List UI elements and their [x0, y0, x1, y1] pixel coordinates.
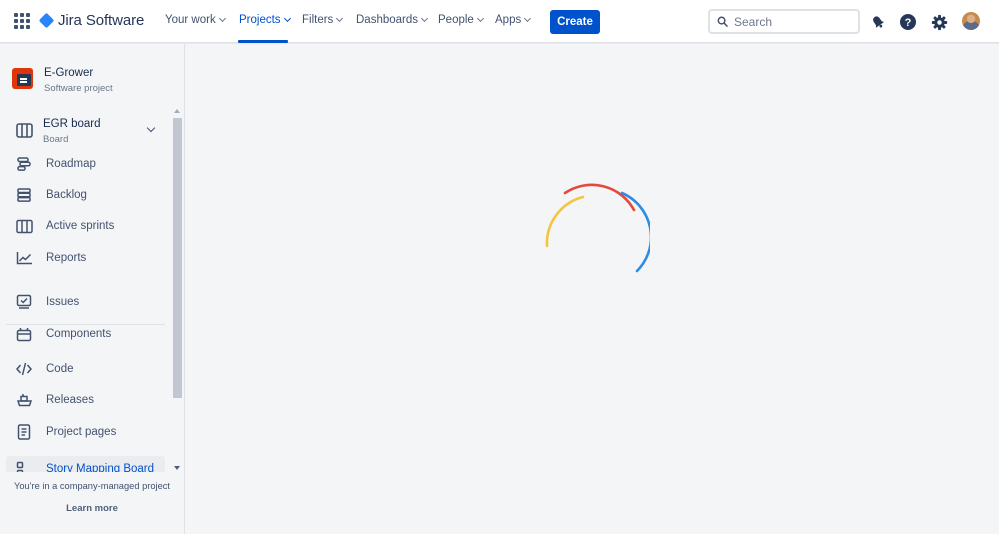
nav-your-work[interactable]: Your work — [165, 14, 226, 26]
sidebar-item-project-pages[interactable]: Project pages — [6, 419, 165, 445]
sidebar-item-roadmap[interactable]: Roadmap — [6, 151, 165, 177]
roadmap-icon — [14, 156, 34, 172]
sidebar-item-backlog[interactable]: Backlog — [6, 182, 165, 208]
notifications-icon[interactable] — [868, 12, 888, 32]
chevron-down-icon — [420, 14, 429, 23]
sidebar-item-label: Components — [46, 328, 112, 340]
search-box[interactable] — [708, 9, 860, 34]
nav-people[interactable]: People — [438, 14, 484, 26]
sidebar-item-issues[interactable]: Issues — [6, 289, 165, 315]
reports-icon — [14, 251, 34, 265]
project-sidebar: E-Grower Software project EGR board Boar… — [0, 44, 185, 534]
sidebar-item-story-mapping-board[interactable]: Story Mapping Board — [6, 456, 165, 472]
sidebar-item-label: Reports — [46, 252, 87, 264]
nav-apps[interactable]: Apps — [495, 14, 532, 26]
help-icon[interactable]: ? — [898, 12, 918, 32]
sidebar-item-releases[interactable]: Releases — [6, 387, 165, 413]
board-icon — [16, 123, 33, 138]
nav-your-work-label: Your work — [165, 14, 216, 26]
board-switcher[interactable]: EGR board Board — [0, 118, 165, 148]
sidebar-item-label: Releases — [46, 394, 94, 406]
story-mapping-icon — [14, 461, 34, 472]
chevron-down-icon — [336, 14, 344, 23]
nav-filters-label: Filters — [302, 14, 334, 26]
active-nav-indicator — [238, 40, 288, 43]
issues-icon — [14, 294, 34, 310]
nav-projects-label: Projects — [239, 14, 281, 26]
sidebar-item-reports[interactable]: Reports — [6, 245, 165, 271]
settings-icon[interactable] — [929, 12, 949, 32]
project-type-note: You're in a company-managed project — [14, 481, 170, 491]
sidebar-item-label: Story Mapping Board — [46, 463, 155, 472]
spinner-arc-red — [563, 183, 636, 212]
chevron-down-icon[interactable] — [146, 123, 156, 133]
nav-people-label: People — [438, 14, 474, 26]
sidebar-item-label: Code — [46, 363, 74, 375]
top-navigation: Jira Software Your work Projects Filters… — [0, 0, 999, 43]
scroll-thumb[interactable] — [173, 118, 182, 398]
board-title: EGR board — [43, 118, 101, 130]
project-header[interactable]: E-Grower Software project — [12, 67, 113, 94]
project-type: Software project — [44, 83, 113, 94]
sidebar-nav-list: EGR board Board Roadmap Backlog Active s… — [0, 106, 172, 472]
sidebar-item-components[interactable]: Components — [6, 321, 165, 347]
releases-icon — [14, 393, 34, 407]
components-icon — [14, 327, 34, 342]
project-name: E-Grower — [44, 67, 94, 79]
nav-dashboards-label: Dashboards — [356, 14, 419, 26]
chevron-down-icon — [476, 14, 484, 23]
product-name: Jira Software — [58, 12, 145, 29]
project-info: E-Grower Software project — [44, 67, 113, 94]
user-avatar[interactable] — [962, 12, 980, 30]
main-content — [185, 44, 999, 534]
jira-diamond-icon — [38, 12, 55, 29]
create-button[interactable]: Create — [550, 10, 600, 34]
spinner-arc-blue — [620, 191, 650, 273]
learn-more-link[interactable]: Learn more — [0, 503, 184, 514]
backlog-icon — [14, 187, 34, 203]
board-subtitle: Board — [43, 134, 69, 145]
sidebar-item-label: Issues — [46, 296, 80, 308]
sidebar-item-label: Backlog — [46, 189, 87, 201]
sidebar-item-label: Project pages — [46, 426, 117, 438]
search-input[interactable] — [734, 14, 844, 29]
sidebar-item-code[interactable]: Code — [6, 356, 165, 382]
jira-logo[interactable]: Jira Software — [38, 12, 145, 29]
nav-dashboards[interactable]: Dashboards — [356, 14, 429, 26]
chevron-down-icon — [283, 14, 291, 23]
code-icon — [14, 362, 34, 376]
scroll-down-arrow-icon[interactable] — [174, 466, 180, 470]
active-sprints-icon — [14, 219, 34, 234]
scroll-up-arrow-icon[interactable] — [174, 109, 180, 113]
sidebar-item-label: Roadmap — [46, 158, 96, 170]
chevron-down-icon — [524, 14, 532, 23]
app-switcher-icon[interactable] — [14, 13, 30, 29]
nav-projects[interactable]: Projects — [239, 14, 291, 26]
spinner-arc-yellow — [545, 195, 585, 248]
loading-spinner-icon — [545, 183, 650, 273]
project-pages-icon — [14, 424, 34, 440]
project-avatar-icon — [12, 68, 33, 89]
sidebar-item-active-sprints[interactable]: Active sprints — [6, 213, 165, 239]
sidebar-scrollbar[interactable] — [172, 106, 184, 472]
chevron-down-icon — [218, 14, 226, 23]
nav-filters[interactable]: Filters — [302, 14, 344, 26]
search-icon — [717, 16, 728, 27]
nav-apps-label: Apps — [495, 14, 522, 26]
svg-text:?: ? — [905, 17, 912, 29]
sidebar-item-label: Active sprints — [46, 220, 115, 232]
